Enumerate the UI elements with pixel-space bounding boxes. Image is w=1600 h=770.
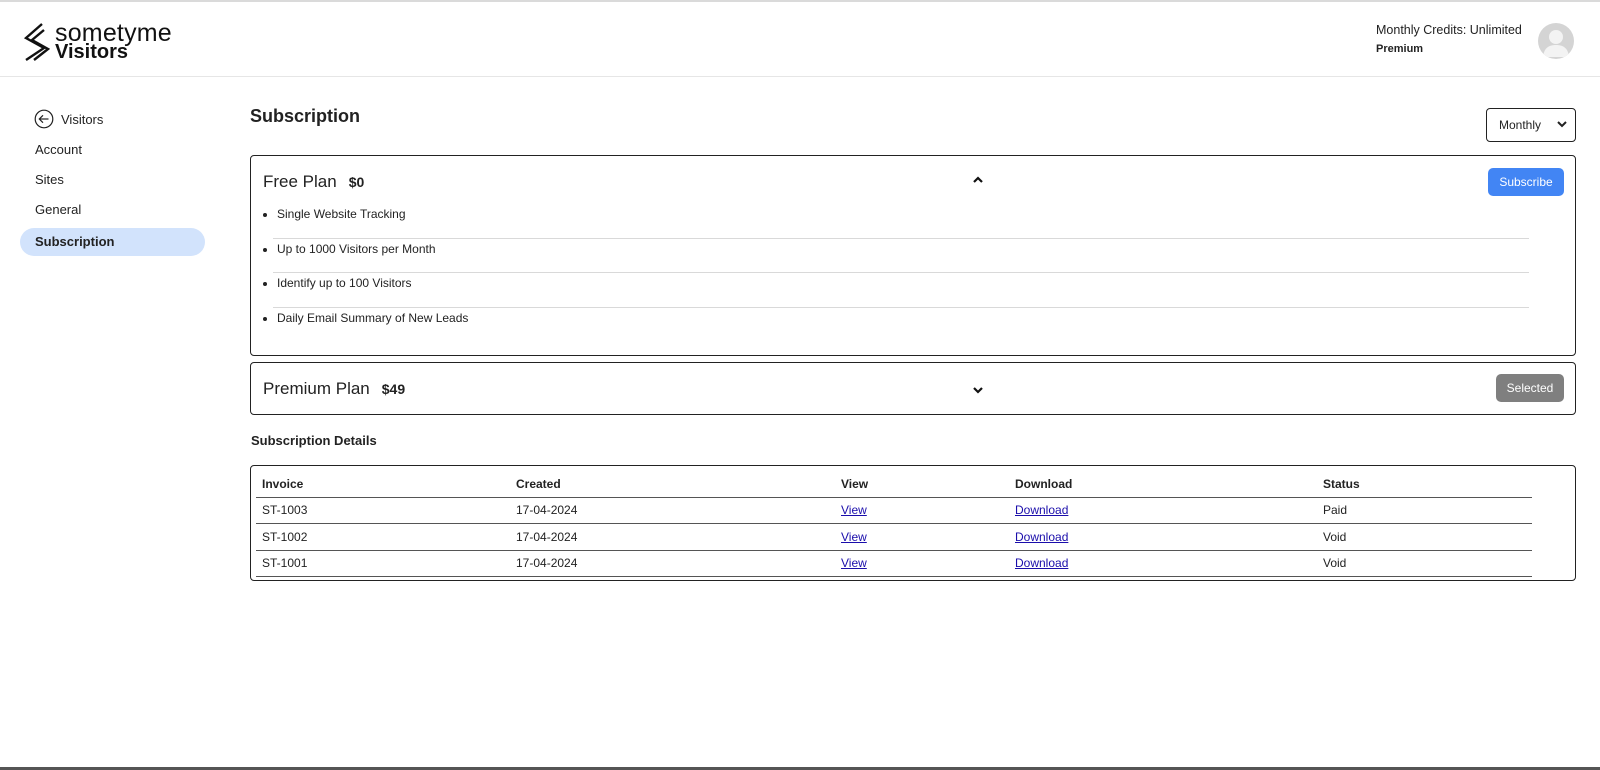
invoice-status: Paid — [1317, 497, 1532, 524]
sidebar-back-label: Visitors — [61, 111, 104, 127]
plan-name: Premium Plan — [263, 379, 370, 398]
table-row: ST-1001 17-04-2024 View Download Void — [256, 550, 1532, 577]
download-invoice-link[interactable]: Download — [1015, 530, 1068, 544]
download-invoice-link[interactable]: Download — [1015, 556, 1068, 570]
column-header-view: View — [835, 472, 1009, 498]
brand-product: Visitors — [55, 41, 128, 63]
sidebar: Visitors Account Sites General Subscript… — [20, 104, 205, 256]
column-header-invoice: Invoice — [256, 472, 510, 498]
logo-mark-icon — [23, 23, 50, 61]
sidebar-item-account[interactable]: Account — [20, 136, 205, 164]
invoice-created: 17-04-2024 — [510, 550, 835, 577]
column-header-created: Created — [510, 472, 835, 498]
column-header-download: Download — [1009, 472, 1317, 498]
top-bar: sometyme Visitors Monthly Credits: Unlim… — [0, 0, 1600, 77]
plan-feature: Daily Email Summary of New Leads — [263, 308, 1529, 343]
billing-period-value: Monthly — [1499, 118, 1542, 132]
invoice-id: ST-1002 — [256, 523, 510, 551]
sidebar-item-general[interactable]: General — [20, 196, 205, 224]
sidebar-item-sites[interactable]: Sites — [20, 166, 205, 194]
invoice-id: ST-1001 — [256, 550, 510, 577]
table-row: ST-1003 17-04-2024 View Download Paid — [256, 497, 1532, 524]
plan-name: Free Plan — [263, 172, 337, 191]
account-credits: Monthly Credits: Unlimited Premium — [1376, 23, 1526, 55]
plan-card-premium: Premium Plan $49 Selected — [250, 362, 1576, 415]
brand-logo[interactable]: sometyme Visitors — [22, 19, 192, 64]
table-header-row: Invoice Created View Download Status — [256, 472, 1532, 498]
user-avatar-icon[interactable] — [1538, 23, 1574, 59]
billing-period-select[interactable]: Monthly — [1486, 108, 1576, 142]
view-invoice-link[interactable]: View — [841, 556, 867, 570]
arrow-left-circle-icon — [34, 109, 54, 129]
subscribe-button[interactable]: Subscribe — [1488, 168, 1564, 196]
plan-price: $49 — [381, 381, 406, 397]
invoice-created: 17-04-2024 — [510, 497, 835, 524]
selected-plan-button[interactable]: Selected — [1496, 374, 1564, 402]
invoice-id: ST-1003 — [256, 497, 510, 524]
invoice-table: Invoice Created View Download Status ST-… — [256, 472, 1532, 577]
sidebar-back-visitors[interactable]: Visitors — [20, 104, 205, 134]
page-title: Subscription — [250, 106, 361, 126]
sidebar-item-subscription[interactable]: Subscription — [20, 228, 205, 256]
table-row: ST-1002 17-04-2024 View Download Void — [256, 523, 1532, 551]
chevron-down-icon[interactable] — [971, 383, 985, 397]
plan-feature: Identify up to 100 Visitors — [263, 273, 1529, 308]
chevron-down-icon — [1557, 121, 1567, 128]
plan-feature: Up to 1000 Visitors per Month — [263, 239, 1529, 273]
plan-feature: Single Website Tracking — [263, 204, 1529, 239]
subscription-details-title: Subscription Details — [251, 433, 377, 448]
invoice-status: Void — [1317, 550, 1532, 577]
plan-price: $0 — [348, 174, 365, 190]
view-invoice-link[interactable]: View — [841, 530, 867, 544]
invoice-table-container: Invoice Created View Download Status ST-… — [250, 465, 1576, 581]
download-invoice-link[interactable]: Download — [1015, 503, 1068, 517]
invoice-status: Void — [1317, 523, 1532, 551]
column-header-status: Status — [1317, 472, 1532, 498]
plan-features-list: Single Website Tracking Up to 1000 Visit… — [263, 204, 1529, 343]
account-tier: Premium — [1376, 43, 1424, 55]
view-invoice-link[interactable]: View — [841, 503, 867, 517]
chevron-up-icon[interactable] — [971, 173, 985, 187]
invoice-created: 17-04-2024 — [510, 523, 835, 551]
monthly-credits: Monthly Credits: Unlimited — [1376, 23, 1522, 37]
plan-card-free: Free Plan $0 Subscribe Single Website Tr… — [250, 155, 1576, 356]
